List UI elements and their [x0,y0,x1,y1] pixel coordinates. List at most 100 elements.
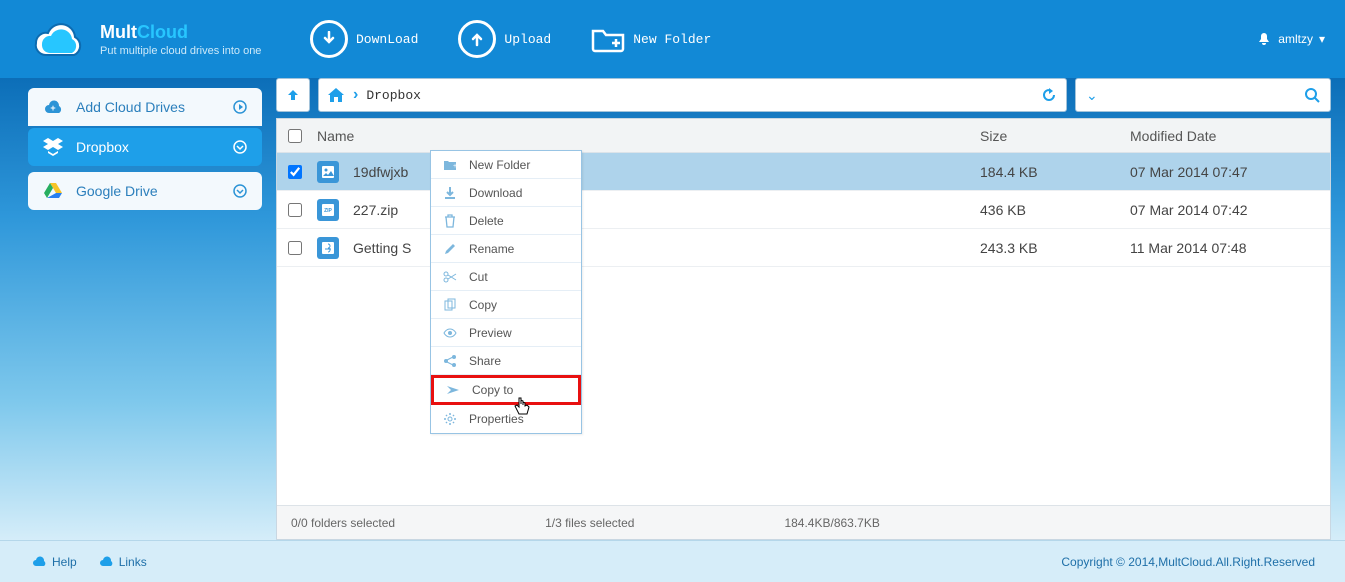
copyright-text: Copyright © 2014,MultCloud.All.Right.Res… [1061,555,1315,569]
chevron-down-icon [232,139,248,155]
dropbox-icon [42,138,64,156]
up-arrow-icon [285,87,301,103]
cm-copy-to[interactable]: Copy to [431,375,581,405]
select-all-checkbox[interactable] [277,129,313,143]
help-label: Help [52,555,77,569]
sidebar-item-google-drive[interactable]: Google Drive [28,172,262,210]
cm-label: Properties [469,412,524,426]
svg-text:+: + [50,103,55,113]
file-date: 07 Mar 2014 07:47 [1130,164,1330,180]
cm-label: Copy [469,298,497,312]
file-date: 11 Mar 2014 07:48 [1130,240,1330,256]
chevron-down-icon [232,183,248,199]
cloud-icon [97,556,115,568]
file-date: 07 Mar 2014 07:42 [1130,202,1330,218]
pdf-file-icon [317,237,339,259]
svg-text:ZIP: ZIP [324,208,332,214]
brand-name: MultCloud [100,22,261,43]
row-checkbox[interactable] [277,241,313,255]
header-date[interactable]: Modified Date [1130,128,1330,144]
sidebar-item-label: Google Drive [76,183,158,199]
links-link[interactable]: Links [97,555,147,569]
file-name: 19dfwjxb [353,164,408,180]
user-menu[interactable]: amltzy ▾ [1258,32,1325,46]
cm-share[interactable]: Share [431,347,581,375]
cm-cut[interactable]: Cut [431,263,581,291]
home-icon[interactable] [327,87,345,103]
search-icon[interactable] [1304,87,1320,103]
cm-new-folder[interactable]: + New Folder [431,151,581,179]
cm-label: Delete [469,214,504,228]
breadcrumb-text[interactable]: Dropbox [366,88,421,103]
username-label: amltzy [1278,32,1313,46]
cm-label: Preview [469,326,512,340]
svg-text:+: + [453,163,457,170]
row-checkbox[interactable] [277,165,313,179]
cm-label: Download [469,186,522,200]
trash-icon [441,213,459,229]
upload-button[interactable]: Upload [458,20,551,58]
row-checkbox[interactable] [277,203,313,217]
download-icon [310,20,348,58]
breadcrumb[interactable]: › Dropbox [318,78,1067,112]
new-folder-icon [591,25,625,53]
bell-icon [1258,32,1270,46]
share-icon [441,353,459,369]
image-file-icon [317,161,339,183]
cm-properties[interactable]: Properties [431,405,581,433]
brand-part1: Mult [100,22,137,42]
download-icon [441,185,459,201]
footer: Help Links Copyright © 2014,MultCloud.Al… [0,540,1345,582]
header-name[interactable]: Name [313,128,980,144]
pencil-icon [441,241,459,257]
sidebar-item-label: Dropbox [76,139,129,155]
cm-copy[interactable]: Copy [431,291,581,319]
add-drives-label: Add Cloud Drives [76,99,185,115]
file-name: 227.zip [353,202,398,218]
cloud-logo-icon [20,15,90,63]
cm-label: Cut [469,270,488,284]
brand-tagline: Put multiple cloud drives into one [100,45,261,57]
cloud-icon [30,556,48,568]
app-header: MultCloud Put multiple cloud drives into… [0,0,1345,78]
google-drive-icon [42,182,64,200]
chevron-right-icon: › [353,86,358,104]
file-size: 436 KB [980,202,1130,218]
download-button[interactable]: DownLoad [310,20,418,58]
cm-label: Rename [469,242,514,256]
file-name: Getting S [353,240,411,256]
header-size[interactable]: Size [980,128,1130,144]
send-icon [444,382,462,398]
sidebar: + Add Cloud Drives Dropbox Google Drive [0,78,276,540]
status-size: 184.4KB/863.7KB [784,516,879,530]
file-size: 184.4 KB [980,164,1130,180]
context-menu: + New Folder Download Delete Rename Cut … [430,150,582,434]
logo[interactable]: MultCloud Put multiple cloud drives into… [20,15,290,63]
chevron-down-icon: ▾ [1319,32,1325,46]
table-header: Name Size Modified Date [277,119,1330,153]
brand-part2: Cloud [137,22,188,42]
chevron-down-icon[interactable]: ⌄ [1086,87,1098,104]
cm-label: New Folder [469,158,530,172]
add-cloud-drives-button[interactable]: + Add Cloud Drives [28,88,262,126]
copy-icon [441,297,459,313]
cm-delete[interactable]: Delete [431,207,581,235]
help-link[interactable]: Help [30,555,77,569]
file-size: 243.3 KB [980,240,1130,256]
search-box[interactable]: ⌄ [1075,78,1331,112]
up-button[interactable] [276,78,310,112]
cloud-plus-icon: + [42,98,64,116]
sidebar-item-dropbox[interactable]: Dropbox [28,128,262,166]
refresh-button[interactable] [1040,86,1058,104]
eye-icon [441,325,459,341]
cm-rename[interactable]: Rename [431,235,581,263]
folder-plus-icon: + [441,157,459,173]
cm-label: Copy to [472,383,513,397]
new-folder-button[interactable]: New Folder [591,25,711,53]
gear-icon [441,411,459,427]
new-folder-label: New Folder [633,32,711,47]
status-files: 1/3 files selected [545,516,634,530]
cm-preview[interactable]: Preview [431,319,581,347]
cm-download[interactable]: Download [431,179,581,207]
scissors-icon [441,269,459,285]
